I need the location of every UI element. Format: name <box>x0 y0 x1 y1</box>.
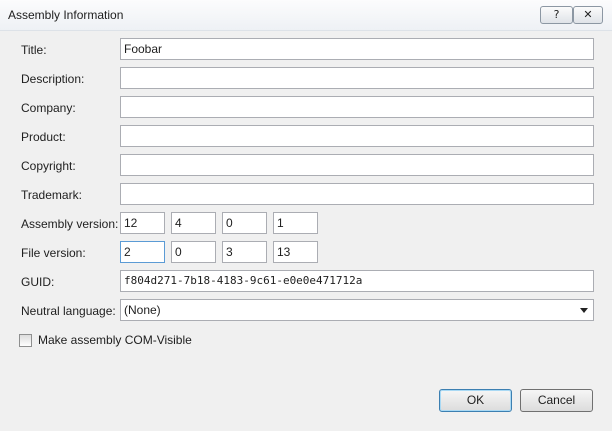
file-version-revision[interactable]: 13 <box>273 241 318 263</box>
copyright-label: Copyright: <box>21 159 76 173</box>
file-version-minor[interactable]: 0 <box>171 241 216 263</box>
assembly-version-build[interactable]: 0 <box>222 212 267 234</box>
help-icon: ? <box>553 8 560 21</box>
ok-button[interactable]: OK <box>439 389 512 412</box>
title-input[interactable]: Foobar <box>120 38 594 60</box>
close-button[interactable]: ✕ <box>573 6 603 24</box>
assembly-version-revision[interactable]: 1 <box>273 212 318 234</box>
description-label: Description: <box>21 72 85 86</box>
window-title: Assembly Information <box>8 8 124 22</box>
close-icon: ✕ <box>583 8 593 21</box>
neutral-language-label: Neutral language: <box>21 304 116 318</box>
assembly-version-minor[interactable]: 4 <box>171 212 216 234</box>
copyright-input[interactable] <box>120 154 594 176</box>
file-version-major[interactable]: 2 <box>120 241 165 263</box>
chevron-down-icon[interactable] <box>580 308 588 313</box>
assembly-version-major[interactable]: 12 <box>120 212 165 234</box>
title-label: Title: <box>21 43 47 57</box>
trademark-label: Trademark: <box>21 188 82 202</box>
file-version-build[interactable]: 3 <box>222 241 267 263</box>
product-label: Product: <box>21 130 66 144</box>
company-input[interactable] <box>120 96 594 118</box>
file-version-label: File version: <box>21 246 86 260</box>
com-visible-checkbox[interactable] <box>19 334 32 347</box>
product-input[interactable] <box>120 125 594 147</box>
neutral-language-select[interactable]: (None) <box>120 299 594 321</box>
guid-input[interactable]: f804d271-7b18-4183-9c61-e0e0e471712a <box>120 270 594 292</box>
cancel-button[interactable]: Cancel <box>520 389 593 412</box>
description-input[interactable] <box>120 67 594 89</box>
com-visible-label[interactable]: Make assembly COM-Visible <box>38 333 192 347</box>
title-bar: Assembly Information ? ✕ <box>0 0 612 31</box>
neutral-language-value: (None) <box>124 303 161 317</box>
help-button[interactable]: ? <box>540 6 573 24</box>
assembly-version-label: Assembly version: <box>21 217 119 231</box>
guid-label: GUID: <box>21 275 55 289</box>
trademark-input[interactable] <box>120 183 594 205</box>
company-label: Company: <box>21 101 76 115</box>
